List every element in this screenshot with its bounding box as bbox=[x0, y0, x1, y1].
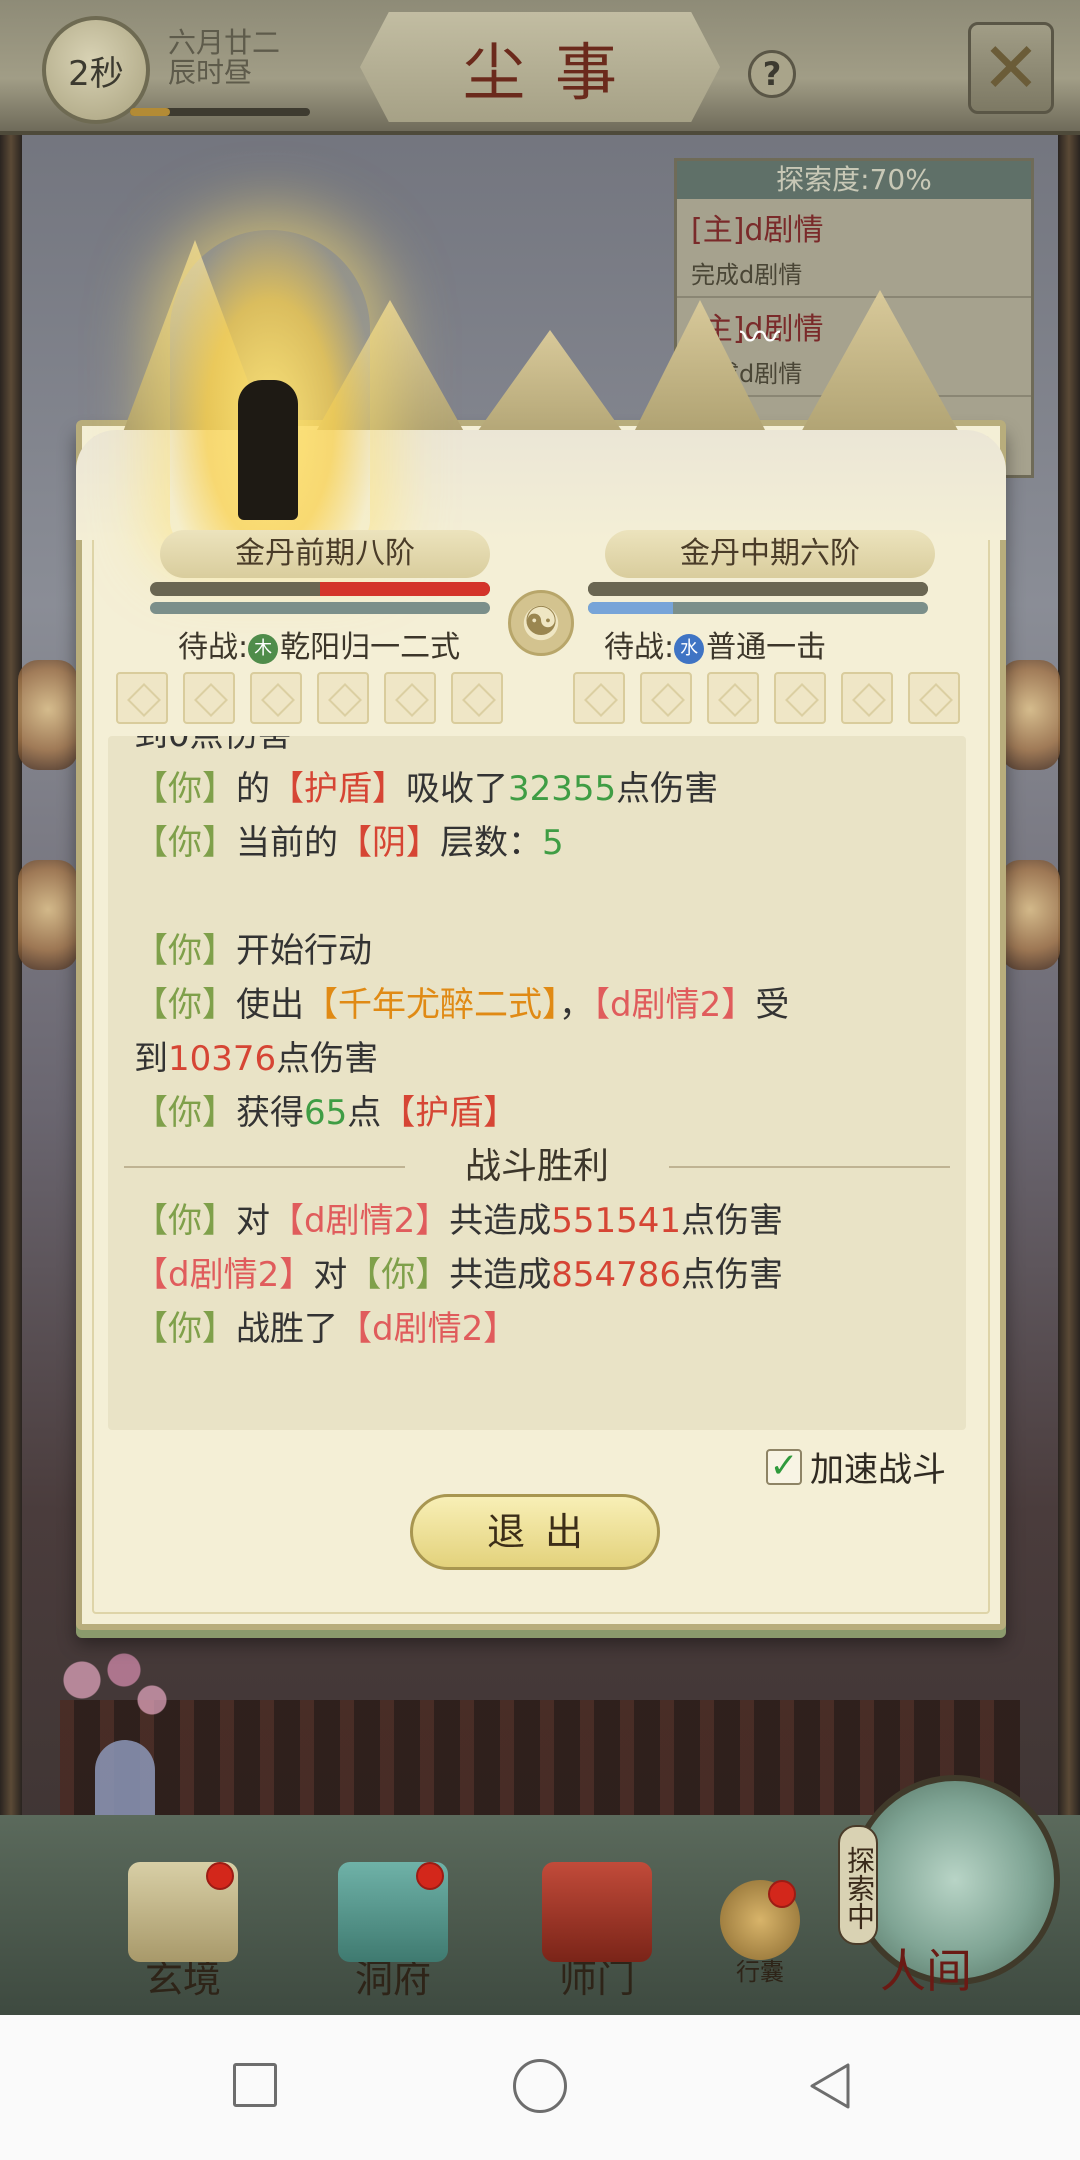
player-bars bbox=[150, 582, 490, 620]
enemy-buff-slots bbox=[573, 672, 960, 724]
player-buff-slots bbox=[116, 672, 503, 724]
notification-dot bbox=[206, 1862, 234, 1890]
scroll-icon bbox=[128, 1862, 238, 1962]
log-line: 【你】当前的【阴】层数：5 bbox=[134, 823, 564, 863]
buff-slot bbox=[183, 672, 235, 724]
balcony-railing bbox=[60, 1700, 1020, 1820]
quest-title: [主]d剧情 bbox=[691, 213, 824, 248]
nav-dongfu[interactable]: 洞府 bbox=[338, 1862, 448, 2003]
help-button[interactable]: ? bbox=[748, 50, 796, 98]
speed-battle-toggle[interactable]: ✓ 加速战斗 bbox=[766, 1442, 946, 1491]
system-nav-bar bbox=[0, 2015, 1080, 2160]
nav-xingnang[interactable]: 行囊 bbox=[720, 1880, 800, 1987]
lantern-icon bbox=[1000, 660, 1060, 770]
pavilion-icon bbox=[338, 1862, 448, 1962]
bag-icon bbox=[720, 1880, 800, 1960]
time-progress bbox=[130, 108, 310, 116]
quest-desc: 完成d剧情 bbox=[691, 261, 803, 289]
buff-slot bbox=[640, 672, 692, 724]
buff-slot bbox=[841, 672, 893, 724]
lantern-icon bbox=[18, 860, 78, 970]
speed-label: 加速战斗 bbox=[810, 1450, 946, 1490]
buff-slot bbox=[250, 672, 302, 724]
buff-slot bbox=[908, 672, 960, 724]
nav-shimen[interactable]: 师门 bbox=[542, 1862, 652, 2003]
recent-apps-button[interactable] bbox=[233, 2063, 277, 2107]
log-line: 【你】对【d剧情2】共造成551541点伤害 bbox=[134, 1201, 784, 1241]
back-button[interactable] bbox=[808, 2061, 854, 2111]
skill-name: 乾阳归一二式 bbox=[280, 630, 461, 665]
player-next-skill: 待战: 木乾阳归一二式 bbox=[178, 622, 460, 666]
banner-icon bbox=[542, 1862, 652, 1962]
exit-button[interactable]: 退出 bbox=[410, 1494, 660, 1570]
player-hp-bar bbox=[150, 582, 490, 596]
wait-label: 待战: bbox=[604, 630, 675, 665]
notification-dot bbox=[768, 1880, 796, 1908]
battle-log[interactable]: 到0点伤害 【你】的【护盾】吸收了32355点伤害 【你】当前的【阴】层数：5 … bbox=[108, 736, 966, 1430]
log-line: 【你】使出【千年尤醉二式】，【d剧情2】受 bbox=[134, 985, 790, 1025]
top-bar: 2秒 六月廿二 辰时昼 尘事 ? ✕ bbox=[0, 0, 1080, 135]
log-line: 【你】获得65点【护盾】 bbox=[134, 1093, 518, 1133]
page-title: 尘事 bbox=[462, 36, 647, 109]
exploration-progress: 探索度:70% bbox=[677, 161, 1031, 199]
log-line: 【你】的【护盾】吸收了32355点伤害 bbox=[134, 769, 719, 809]
player-character bbox=[238, 380, 298, 520]
log-line: 到10376点伤害 bbox=[134, 1039, 379, 1079]
victory-divider: 战斗胜利 bbox=[124, 1140, 951, 1194]
buff-slot bbox=[317, 672, 369, 724]
enemy-rank: 金丹中期六阶 bbox=[605, 530, 935, 578]
exploring-tag: 探索中 bbox=[838, 1825, 878, 1945]
buff-slot bbox=[573, 672, 625, 724]
world-label[interactable]: 人间 bbox=[880, 1935, 972, 2001]
player-mp-bar bbox=[150, 602, 490, 614]
nav-xuanjing[interactable]: 玄境 bbox=[128, 1862, 238, 2003]
player-rank: 金丹前期八阶 bbox=[160, 530, 490, 578]
log-line: 【d剧情2】对【你】共造成854786点伤害 bbox=[134, 1255, 784, 1295]
speed-checkbox[interactable]: ✓ bbox=[766, 1448, 802, 1485]
frame-right bbox=[1058, 120, 1080, 1820]
wait-label: 待战: bbox=[178, 630, 249, 665]
frame-left bbox=[0, 120, 22, 1820]
buff-slot bbox=[116, 672, 168, 724]
game-date: 六月廿二 辰时昼 bbox=[168, 28, 280, 88]
enemy-bars bbox=[588, 582, 928, 620]
title-plate: 尘事 bbox=[360, 12, 720, 122]
lantern-icon bbox=[1000, 860, 1060, 970]
notification-dot bbox=[416, 1862, 444, 1890]
buff-slot bbox=[451, 672, 503, 724]
enemy-hp-bar bbox=[588, 582, 928, 596]
enemy-next-skill: 待战: 水普通一击 bbox=[604, 622, 826, 666]
plum-blossom bbox=[40, 1640, 180, 1740]
buff-slot bbox=[707, 672, 759, 724]
skill-name: 普通一击 bbox=[706, 630, 827, 665]
log-line: 【你】战胜了【d剧情2】 bbox=[134, 1309, 518, 1349]
log-line: 【你】开始行动 bbox=[134, 931, 372, 971]
close-button[interactable]: ✕ bbox=[968, 22, 1054, 114]
date-line: 六月廿二 bbox=[168, 26, 281, 59]
buff-slot bbox=[774, 672, 826, 724]
enemy-mp-bar bbox=[588, 602, 928, 614]
quest-item[interactable]: [主]d剧情 完成d剧情 bbox=[677, 199, 1031, 298]
buff-slot bbox=[384, 672, 436, 724]
yin-yang-icon: ☯ bbox=[508, 590, 574, 656]
crane-icon: 〰 bbox=[740, 315, 780, 361]
home-button[interactable] bbox=[513, 2059, 567, 2113]
time-line: 辰时昼 bbox=[168, 56, 253, 89]
water-element-icon: 水 bbox=[674, 634, 705, 664]
log-line: 到0点伤害 bbox=[134, 736, 940, 762]
lantern-icon bbox=[18, 660, 78, 770]
victory-label: 战斗胜利 bbox=[465, 1146, 610, 1187]
wood-element-icon: 木 bbox=[248, 634, 279, 664]
